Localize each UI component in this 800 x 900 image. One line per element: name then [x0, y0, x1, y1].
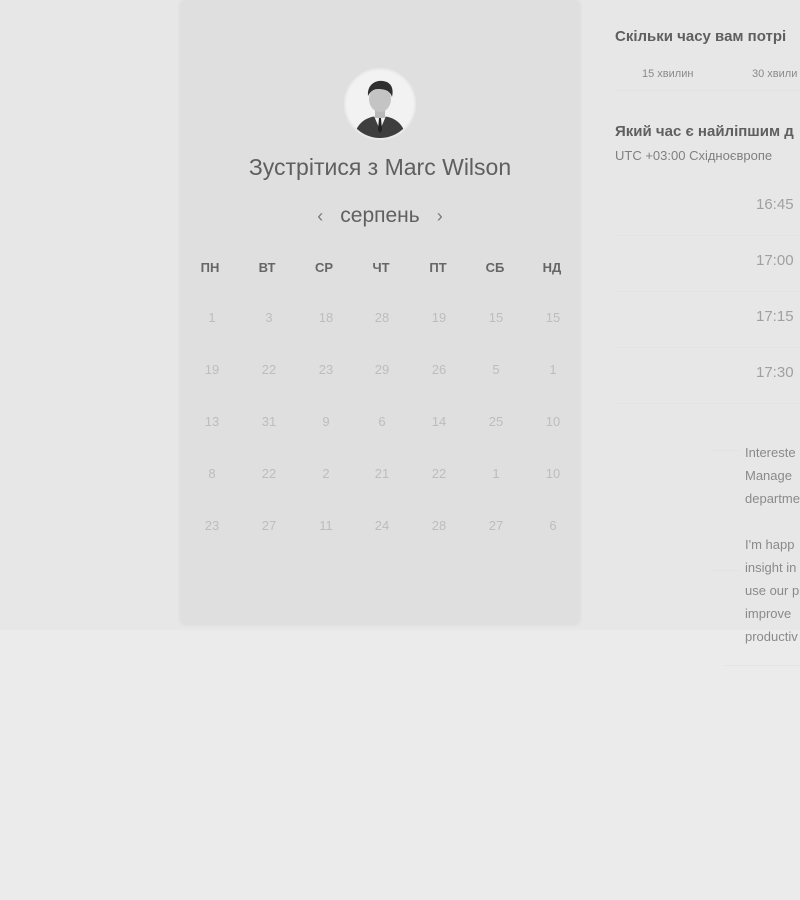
calendar-day[interactable]: 31 [249, 414, 289, 429]
calendar-day[interactable]: 19 [192, 362, 232, 377]
duration-option[interactable]: 15 хвилин [642, 68, 693, 80]
booking-card: Зустрітися з Marc Wilson ‹ серпень › ПН … [180, 0, 580, 625]
calendar-day[interactable]: 24 [362, 518, 402, 533]
booking-options-panel: Скільки часу вам потрі 15 хвилин 30 хвил… [615, 0, 800, 900]
description-line: productiv [745, 629, 798, 644]
time-slot[interactable]: 17:00 [615, 236, 800, 292]
time-slot-label: 17:30 [756, 364, 794, 381]
weekday-label: ВТ [258, 260, 276, 275]
weekday-label: СР [314, 260, 334, 275]
duration-question: Скільки часу вам потрі [615, 28, 787, 45]
calendar-day[interactable]: 8 [192, 466, 232, 481]
calendar-day[interactable]: 22 [419, 466, 459, 481]
time-slot-label: 17:15 [756, 308, 794, 325]
duration-option[interactable]: 30 хвили [752, 68, 797, 80]
avatar [344, 68, 416, 140]
calendar-day[interactable]: 1 [533, 362, 573, 377]
calendar-day[interactable]: 22 [249, 466, 289, 481]
description-line: I'm happ [745, 537, 795, 552]
weekday-header: ПН ВТ СР ЧТ ПТ СБ НД [180, 260, 580, 276]
weekday-label: ПН [200, 260, 220, 275]
calendar-day[interactable]: 23 [192, 518, 232, 533]
calendar-day[interactable]: 26 [419, 362, 459, 377]
weekday-label: ПТ [429, 260, 447, 275]
calendar-day[interactable]: 27 [476, 518, 516, 533]
time-slot-label: 17:00 [756, 252, 794, 269]
calendar-day[interactable]: 14 [419, 414, 459, 429]
calendar-day[interactable]: 19 [419, 310, 459, 325]
calendar-day[interactable]: 9 [306, 414, 346, 429]
calendar-day[interactable]: 25 [476, 414, 516, 429]
calendar-day[interactable]: 10 [533, 466, 573, 481]
calendar-day[interactable]: 27 [249, 518, 289, 533]
chevron-left-icon[interactable]: ‹ [314, 206, 326, 227]
calendar-day[interactable]: 13 [192, 414, 232, 429]
calendar-day[interactable]: 3 [249, 310, 289, 325]
time-slot[interactable]: 17:15 [615, 292, 800, 348]
calendar-day[interactable]: 2 [306, 466, 346, 481]
calendar-day[interactable]: 1 [192, 310, 232, 325]
calendar-day[interactable]: 15 [533, 310, 573, 325]
duration-options: 15 хвилин 30 хвили [615, 60, 800, 91]
calendar-day[interactable]: 6 [362, 414, 402, 429]
calendar-day[interactable]: 21 [362, 466, 402, 481]
description-line: Intereste [745, 445, 796, 460]
timezone-label: UTC +03:00 Східноєвропе [615, 148, 773, 163]
time-slot-label: 16:45 [756, 196, 794, 213]
description-line: use our p [745, 583, 800, 598]
weekday-label: ЧТ [372, 260, 390, 275]
month-label: серпень [340, 204, 420, 227]
calendar-day[interactable]: 28 [419, 518, 459, 533]
time-slot[interactable]: 16:45 [615, 180, 800, 236]
calendar-day[interactable]: 22 [249, 362, 289, 377]
description-line: insight in [745, 560, 797, 575]
divider [710, 450, 740, 451]
time-slot[interactable]: 17:30 [615, 348, 800, 404]
time-question: Який час є найліпшим д [615, 123, 794, 140]
description-line: Manage [745, 468, 792, 483]
calendar-day[interactable]: 1 [476, 466, 516, 481]
weekday-label: СБ [485, 260, 505, 275]
calendar-day[interactable]: 5 [476, 362, 516, 377]
description-line: departme [745, 491, 800, 506]
calendar-day[interactable]: 6 [533, 518, 573, 533]
divider [710, 570, 740, 571]
calendar-day[interactable]: 11 [306, 518, 346, 533]
calendar-day[interactable]: 10 [533, 414, 573, 429]
month-navigation: ‹ серпень › [180, 202, 580, 230]
divider [725, 665, 800, 666]
description-line: improve [745, 606, 792, 621]
calendar-day[interactable]: 23 [306, 362, 346, 377]
chevron-right-icon[interactable]: › [434, 206, 446, 227]
calendar-day[interactable]: 28 [362, 310, 402, 325]
calendar-day[interactable]: 15 [476, 310, 516, 325]
calendar-day[interactable]: 18 [306, 310, 346, 325]
calendar-day[interactable]: 29 [362, 362, 402, 377]
page-title: Зустрітися з Marc Wilson [248, 154, 512, 180]
weekday-label: НД [542, 260, 562, 275]
